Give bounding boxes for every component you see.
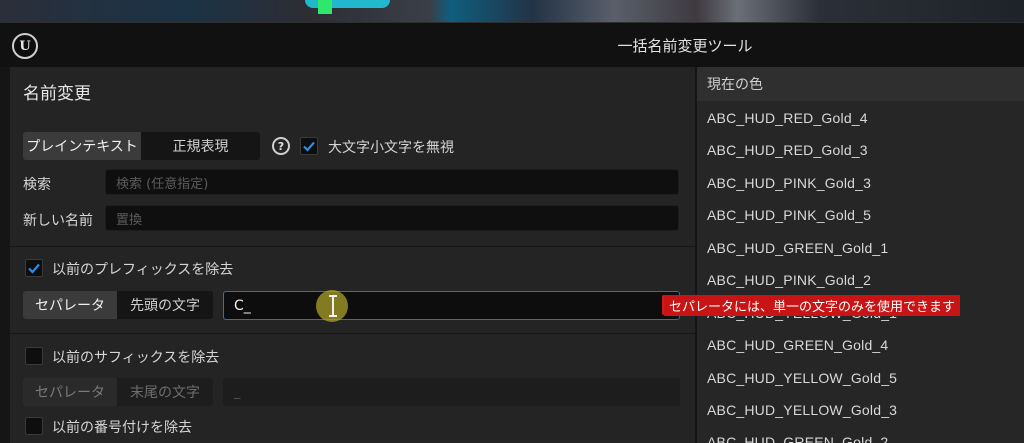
ignore-case-label: 大文字小文字を無視	[328, 140, 454, 156]
tab-regex[interactable]: 正規表現	[141, 132, 260, 160]
tab-plain-text[interactable]: プレインテキスト	[23, 132, 141, 160]
current-names-panel: 現在の色 ABC_HUD_RED_Gold_4 ABC_HUD_RED_Gold…	[697, 67, 1024, 443]
rename-mode-toggle: プレインテキスト 正規表現	[23, 132, 260, 160]
new-name-label: 新しい名前	[23, 213, 93, 229]
background-game-strip	[0, 0, 1024, 22]
remove-numbering-label: 以前の番号付けを除去	[52, 420, 192, 436]
list-item[interactable]: ABC_HUD_PINK_Gold_3	[707, 175, 871, 191]
list-item[interactable]: ABC_HUD_GREEN_Gold_4	[707, 337, 888, 353]
section-divider	[10, 333, 695, 334]
prefix-mode-toggle: セパレータ 先頭の文字	[23, 291, 213, 319]
list-item[interactable]: ABC_HUD_PINK_Gold_5	[707, 207, 871, 223]
list-header: 現在の色	[697, 67, 1024, 101]
tab-suffix-separator[interactable]: セパレータ	[23, 378, 117, 406]
remove-suffix-label: 以前のサフィックスを除去	[52, 350, 220, 366]
prefix-input-value: C_	[234, 297, 251, 314]
tab-suffix-trailing-chars[interactable]: 末尾の文字	[117, 378, 213, 406]
bulk-rename-window: U 一括名前変更ツール 名前変更 プレインテキスト 正規表現 ? 大文字小文字を…	[0, 22, 1024, 443]
list-item[interactable]: ABC_HUD_PINK_Gold_2	[707, 272, 871, 288]
list-item[interactable]: ABC_HUD_GREEN_Gold_2	[707, 434, 888, 443]
prefix-separator-input[interactable]: C_	[223, 291, 680, 320]
list-item[interactable]: ABC_HUD_YELLOW_Gold_5	[707, 370, 897, 386]
remove-numbering-checkbox[interactable]	[25, 417, 43, 435]
suffix-separator-input[interactable]: _	[223, 378, 680, 406]
checkmark-icon	[28, 263, 40, 274]
remove-prefix-label: 以前のプレフィックスを除去	[52, 262, 234, 278]
tab-prefix-leading-chars[interactable]: 先頭の文字	[117, 291, 213, 319]
title-bar[interactable]: U 一括名前変更ツール	[0, 23, 1024, 67]
remove-suffix-checkbox[interactable]	[25, 347, 43, 365]
background-shape	[318, 0, 332, 14]
section-title-rename: 名前変更	[23, 84, 91, 104]
window-title: 一括名前変更ツール	[617, 37, 753, 55]
list-item[interactable]: ABC_HUD_GREEN_Gold_1	[707, 240, 888, 256]
new-name-input[interactable]: 置換	[105, 205, 679, 231]
search-label: 検索	[23, 177, 51, 193]
help-icon[interactable]: ?	[272, 137, 290, 155]
list-item[interactable]: ABC_HUD_RED_Gold_3	[707, 142, 868, 158]
error-tooltip: セパレータには、単一の文字のみを使用できます	[664, 295, 961, 316]
unreal-logo-icon: U	[12, 33, 38, 59]
search-input[interactable]: 検索 (任意指定)	[105, 169, 679, 195]
ignore-case-checkbox[interactable]	[300, 137, 318, 155]
checkmark-icon	[303, 141, 315, 152]
rename-options-panel: 名前変更 プレインテキスト 正規表現 ? 大文字小文字を無視 検索 検索 (任意…	[10, 67, 695, 443]
text-cursor-icon	[329, 295, 337, 317]
remove-prefix-checkbox[interactable]	[25, 259, 43, 277]
list-item[interactable]: ABC_HUD_YELLOW_Gold_3	[707, 402, 897, 418]
tab-prefix-separator[interactable]: セパレータ	[23, 291, 117, 319]
section-divider	[10, 246, 695, 247]
suffix-mode-toggle: セパレータ 末尾の文字	[23, 378, 213, 406]
list-item[interactable]: ABC_HUD_RED_Gold_4	[707, 110, 868, 126]
